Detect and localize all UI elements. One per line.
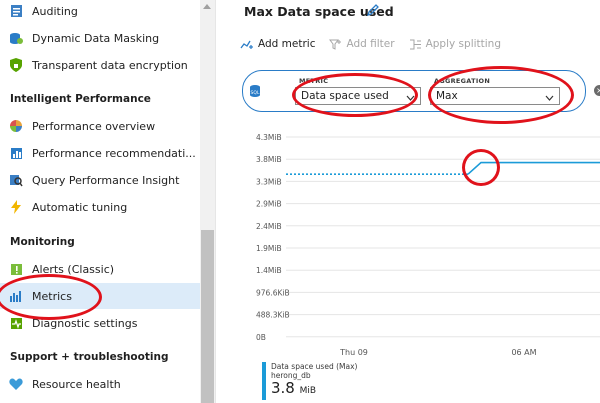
sidebar-item-label: Resource health — [32, 377, 121, 391]
sql-database-icon: SQL — [249, 83, 261, 102]
sidebar-item-label: Auditing — [32, 4, 78, 18]
aggregation-dropdown[interactable]: Max — [430, 87, 560, 105]
metric-selector-row: SQL METRIC Data space used AGGREGATION M… — [242, 70, 600, 112]
metric-field-label: METRIC — [299, 77, 329, 85]
y-tick-label: 2.4MiB — [256, 222, 282, 231]
y-tick-label: 0B — [256, 333, 266, 342]
add-filter-icon — [329, 39, 342, 50]
sidebar-scrollbar[interactable] — [200, 0, 215, 403]
sidebar-item-dynamic-data-masking[interactable]: Dynamic Data Masking — [0, 25, 200, 51]
metrics-blade: Max Data space used Add metric Add filte… — [216, 0, 600, 403]
data-masking-icon — [8, 30, 24, 46]
y-tick-label: 1.4MiB — [256, 266, 282, 275]
scroll-up-arrow-icon[interactable] — [203, 4, 211, 9]
splitting-icon — [409, 39, 422, 50]
diagnostic-icon — [8, 315, 24, 331]
add-metric-icon — [240, 39, 254, 50]
y-tick-label: 976.6KiB — [256, 288, 290, 297]
x-tick-label: Thu 09 — [339, 348, 368, 357]
query-insight-icon — [8, 172, 24, 188]
sidebar-item-transparent-data-encryption[interactable]: Transparent data encryption — [0, 52, 200, 78]
scrollbar-thumb[interactable] — [201, 230, 214, 403]
sidebar-item-diagnostic-settings[interactable]: Diagnostic settings — [0, 310, 200, 336]
recommendations-icon — [8, 145, 24, 161]
section-header-intelligent-performance: Intelligent Performance — [10, 93, 151, 105]
y-tick-label: 3.8MiB — [256, 155, 282, 164]
sidebar-item-label: Performance overview — [32, 119, 156, 133]
chevron-down-icon — [406, 92, 415, 104]
y-tick-label: 1.9MiB — [256, 244, 282, 253]
encryption-shield-icon — [8, 57, 24, 73]
metrics-icon — [8, 288, 24, 304]
heart-icon — [8, 376, 24, 392]
chevron-down-icon — [545, 92, 554, 104]
sidebar-item-label: Transparent data encryption — [32, 58, 188, 72]
auditing-icon — [8, 3, 24, 19]
remove-metric-close-icon[interactable]: × — [594, 85, 600, 96]
legend-series-name: Data space used (Max) — [271, 362, 358, 371]
resource-menu-sidebar: Auditing Dynamic Data Masking Transparen… — [0, 0, 216, 403]
sidebar-item-metrics[interactable]: Metrics — [0, 283, 200, 309]
sidebar-item-automatic-tuning[interactable]: Automatic tuning — [0, 194, 200, 220]
svg-text:SQL: SQL — [251, 90, 260, 96]
series-line-solid — [467, 161, 600, 175]
sidebar-item-auditing[interactable]: Auditing — [0, 0, 200, 24]
apply-splitting-button[interactable]: Apply splitting — [409, 38, 501, 50]
sidebar-item-resource-health[interactable]: Resource health — [0, 371, 200, 397]
sidebar-item-label: Performance recommendati... — [32, 146, 196, 160]
section-header-monitoring: Monitoring — [10, 236, 75, 248]
lightning-icon — [8, 199, 24, 215]
y-tick-label: 4.3MiB — [256, 133, 282, 142]
edit-pencil-icon[interactable] — [366, 2, 380, 21]
chart-legend[interactable]: Data space used (Max) herong_db 3.8 MiB — [262, 362, 357, 400]
sidebar-item-label: Query Performance Insight — [32, 173, 180, 187]
aggregation-field-label: AGGREGATION — [434, 77, 491, 85]
metric-dropdown[interactable]: Data space used — [295, 87, 421, 105]
add-metric-button[interactable]: Add metric — [240, 38, 315, 50]
sidebar-item-label: Automatic tuning — [32, 200, 128, 214]
sidebar-item-alerts-classic[interactable]: Alerts (Classic) — [0, 256, 200, 282]
x-tick-label: 06 AM — [511, 348, 536, 357]
sidebar-item-query-performance-insight[interactable]: Query Performance Insight — [0, 167, 200, 193]
performance-overview-icon — [8, 118, 24, 134]
sidebar-item-label: Dynamic Data Masking — [32, 31, 160, 45]
sidebar-item-performance-recommendations[interactable]: Performance recommendati... — [0, 140, 200, 166]
y-tick-label: 488.3KiB — [256, 311, 290, 320]
sidebar-item-performance-overview[interactable]: Performance overview — [0, 113, 200, 139]
metric-line-chart[interactable]: 4.3MiB 3.8MiB 3.3MiB 2.9MiB 2.4MiB 1.9MiB 1.4M… — [216, 130, 600, 360]
chart-toolbar: Add metric Add filter Apply splitting — [240, 34, 515, 54]
y-tick-label: 3.3MiB — [256, 177, 282, 186]
sidebar-item-label: Metrics — [32, 289, 72, 303]
y-tick-label: 2.9MiB — [256, 200, 282, 209]
alerts-icon — [8, 261, 24, 277]
legend-current-value: 3.8 MiB — [271, 379, 317, 397]
section-header-support-troubleshooting: Support + troubleshooting — [10, 351, 169, 363]
sidebar-item-label: Diagnostic settings — [32, 316, 138, 330]
add-filter-button[interactable]: Add filter — [329, 38, 395, 50]
sidebar-item-label: Alerts (Classic) — [32, 262, 115, 276]
